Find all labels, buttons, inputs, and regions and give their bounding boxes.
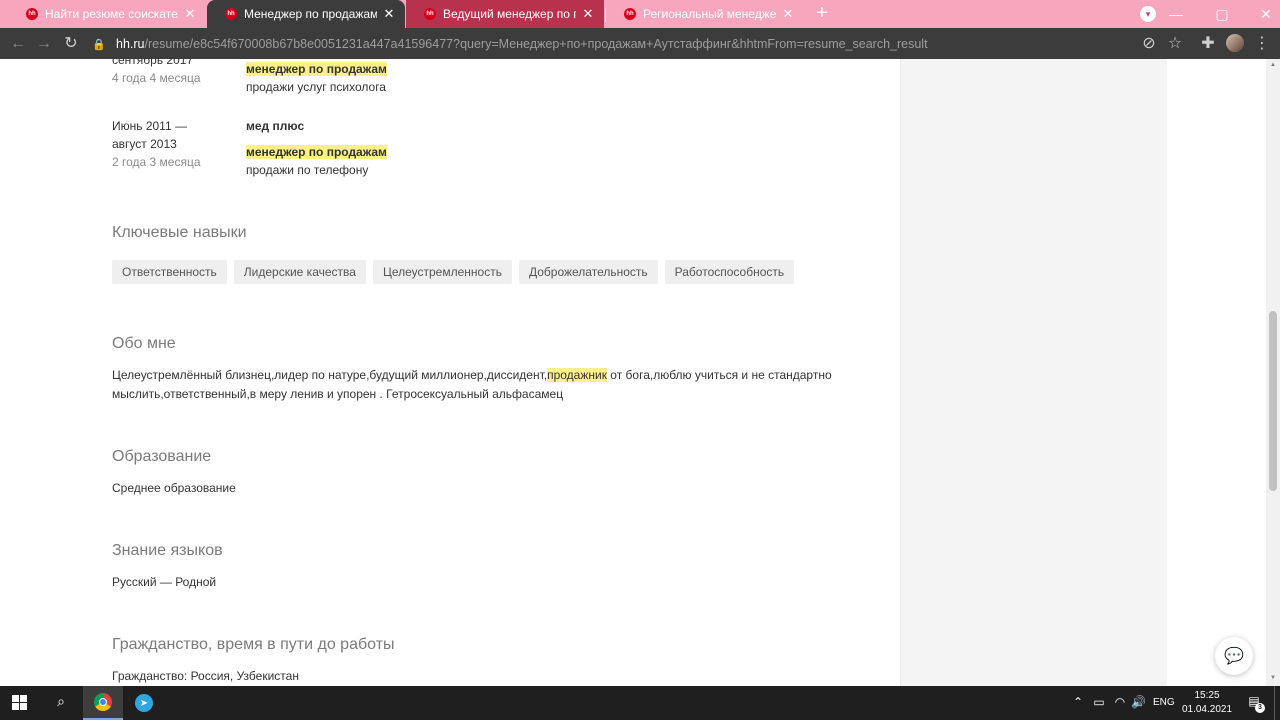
company-name: мед плюс (246, 119, 305, 133)
tab-close-icon[interactable]: ✕ (580, 6, 596, 22)
experience-duration: 2 года 3 месяца (112, 155, 201, 169)
tab-sales-manager-active[interactable]: hh Менеджер по продажам и раб ✕ (207, 0, 405, 28)
skill-tag: Целеустремленность (372, 260, 512, 284)
tab-search-icon[interactable]: ▾ (1140, 6, 1156, 22)
clock-date: 01.04.2021 (1181, 704, 1233, 715)
tab-close-icon[interactable]: ✕ (780, 6, 796, 22)
date-line: сентябрь 2017 (112, 59, 194, 67)
experience-dates: Июнь 2011 — август 2013 2 года 3 месяца (112, 117, 222, 171)
scroll-down-icon[interactable]: ▼ (1269, 675, 1277, 681)
tray-chevron-icon[interactable]: ⌃ (1072, 695, 1084, 709)
taskbar-telegram-button[interactable]: ➤ (124, 686, 164, 720)
scrollbar-thumb[interactable] (1269, 311, 1277, 491)
tab-title: Ведущий менеджер по продаж (443, 7, 576, 21)
languages-text: Русский — Родной (112, 575, 217, 589)
position-title: менеджер по продажам (246, 145, 387, 159)
scroll-up-icon[interactable]: ▲ (1269, 62, 1277, 68)
new-tab-button[interactable]: + (812, 3, 832, 24)
close-window-button[interactable]: ✕ (1254, 4, 1278, 24)
position-title: менеджер по продажам (246, 62, 387, 76)
experience-description: продажи по телефону (246, 163, 369, 177)
browser-toolbar: ← → ↻ 🔒 hh.ru/resume/e8c54f670008b67b8e0… (0, 28, 1280, 59)
telegram-icon: ➤ (135, 694, 153, 712)
experience-dates: сентябрь 2017 4 года 4 месяца (112, 59, 222, 87)
back-arrow-icon[interactable]: ← (8, 34, 28, 54)
input-language[interactable]: ENG (1153, 697, 1175, 708)
tab-close-icon[interactable]: ✕ (381, 6, 397, 22)
experience-description: продажи услуг психолога (246, 80, 386, 94)
show-desktop-button[interactable] (1274, 686, 1275, 720)
minimize-button[interactable]: — (1164, 4, 1188, 24)
experience-duration: 4 года 4 месяца (112, 71, 201, 85)
extensions-puzzle-icon[interactable]: ✚ (1198, 34, 1218, 54)
hh-favicon-icon: hh (424, 8, 436, 20)
about-title: Обо мне (112, 335, 176, 352)
right-sidebar (900, 59, 1167, 686)
tab-title: Региональный менеджер по пр (643, 7, 776, 21)
tab-lead-sales-manager[interactable]: hh Ведущий менеджер по продаж ✕ (406, 0, 604, 28)
star-icon[interactable]: ☆ (1165, 34, 1185, 54)
forward-arrow-icon[interactable]: → (34, 34, 54, 54)
windows-start-icon[interactable] (12, 695, 28, 711)
citizenship-title: Гражданство, время в пути до работы (112, 636, 395, 653)
reload-icon[interactable]: ↻ (61, 34, 81, 54)
profile-avatar[interactable] (1226, 34, 1244, 52)
education-text: Среднее образование (112, 481, 236, 495)
experience-item: сентябрь 2017 4 года 4 месяца менеджер п… (112, 59, 852, 111)
clock-time: 15:25 (1194, 690, 1220, 701)
url-host: hh.ru (116, 37, 145, 51)
about-text: Целеустремлённый близнец,лидер по натуре… (112, 368, 832, 401)
skill-tag: Доброжелательность (518, 260, 658, 284)
date-line: август 2013 (112, 137, 177, 151)
highlighted-keyword: продажник (547, 368, 607, 382)
skill-tag: Ответственность (112, 260, 227, 284)
tab-close-icon[interactable]: ✕ (182, 6, 198, 22)
skills-list: Ответственность Лидерские качества Целеу… (112, 260, 801, 284)
notification-count-badge: 3 (1255, 703, 1265, 713)
url-text: hh.ru/resume/e8c54f670008b67b8e0051231a4… (116, 37, 928, 51)
hh-favicon-icon: hh (624, 8, 636, 20)
url-path: /resume/e8c54f670008b67b8e0051231a447a41… (144, 37, 928, 51)
tab-find-resumes[interactable]: hh Найти резюме соискателей в Ро ✕ (8, 0, 206, 28)
date-line: Июнь 2011 — (112, 119, 187, 133)
maximize-button[interactable]: ▢ (1210, 4, 1234, 24)
tab-title: Найти резюме соискателей в Ро (45, 7, 178, 21)
hh-favicon-icon: hh (26, 8, 38, 20)
languages-title: Знание языков (112, 542, 223, 559)
address-bar[interactable]: 🔒 hh.ru/resume/e8c54f670008b67b8e0051231… (92, 32, 1192, 56)
experience-item: Июнь 2011 — август 2013 2 года 3 месяца … (112, 117, 852, 183)
battery-icon[interactable]: ▭ (1092, 695, 1106, 709)
taskbar-chrome-button[interactable] (83, 686, 123, 720)
citizenship-text: Гражданство: Россия, Узбекистан (112, 669, 299, 683)
resume-page: сентябрь 2017 4 года 4 месяца менеджер п… (0, 59, 1266, 686)
chat-icon[interactable]: 💬 (1215, 637, 1253, 675)
tab-strip: hh Найти резюме соискателей в Ро ✕ hh Ме… (0, 0, 1280, 28)
tab-title: Менеджер по продажам и раб (244, 7, 377, 21)
experience-body: мед плюс менеджер по продажам продажи по… (246, 117, 846, 179)
volume-icon[interactable]: 🔊 (1131, 695, 1146, 709)
windows-taskbar: ⌕ ➤ ⌃ ▭ ◠ 🔊 ENG 15:25 01.04.2021 ▤ 3 (0, 686, 1280, 720)
lock-icon[interactable]: 🔒 (92, 38, 106, 51)
education-title: Образование (112, 448, 212, 465)
taskbar-search-icon[interactable]: ⌕ (52, 693, 70, 711)
tab-regional-manager[interactable]: hh Региональный менеджер по пр ✕ (606, 0, 804, 28)
experience-body: менеджер по продажам продажи услуг психо… (246, 60, 846, 96)
page-scrollbar[interactable]: ▲ ▼ (1266, 59, 1280, 686)
wifi-icon[interactable]: ◠ (1113, 695, 1127, 709)
taskbar-clock[interactable]: 15:25 01.04.2021 (1180, 689, 1234, 717)
hh-favicon-icon: hh (225, 8, 237, 20)
chrome-icon (94, 693, 112, 711)
skill-tag: Лидерские качества (233, 260, 366, 284)
eye-off-icon[interactable]: ⊘ (1139, 34, 1159, 54)
skills-title: Ключевые навыки (112, 224, 247, 241)
browser-menu-icon[interactable]: ⋮ (1252, 34, 1272, 54)
skill-tag: Работоспособность (664, 260, 795, 284)
